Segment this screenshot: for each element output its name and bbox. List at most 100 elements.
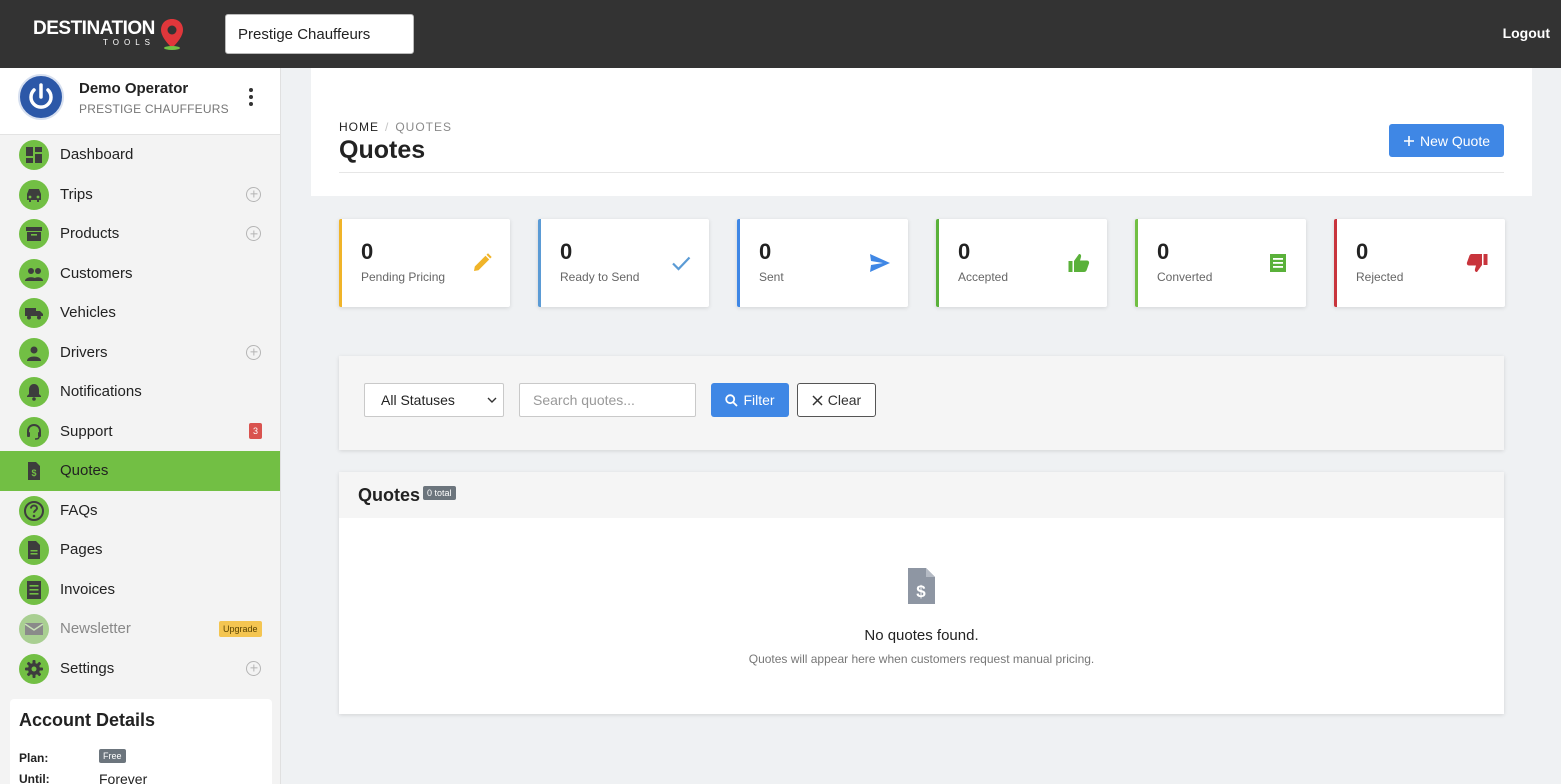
sidebar-item-dashboard[interactable]: Dashboard xyxy=(0,135,280,175)
upgrade-badge[interactable]: Upgrade xyxy=(219,621,262,637)
bell-icon xyxy=(19,377,49,407)
status-select-value: All Statuses xyxy=(381,392,455,408)
sidebar-item-products[interactable]: Products xyxy=(0,214,280,254)
invoice-dollar-icon: $ xyxy=(908,568,935,604)
pencil-icon xyxy=(474,253,492,271)
stat-label: Accepted xyxy=(958,270,1009,284)
brand-logo[interactable]: DESTINATION TOOLS xyxy=(33,18,193,52)
organization-selector[interactable] xyxy=(225,14,414,54)
filter-button-label: Filter xyxy=(743,392,775,408)
sidebar: Demo Operator PRESTIGE CHAUFFEURS Dashbo… xyxy=(0,68,281,784)
question-icon xyxy=(19,495,49,526)
headset-icon xyxy=(19,416,49,447)
quotes-list-title: Quotes xyxy=(358,485,421,505)
filter-button[interactable]: Filter xyxy=(711,383,789,417)
user-name: Demo Operator xyxy=(79,80,189,97)
stat-label: Pending Pricing xyxy=(361,270,446,284)
gear-icon xyxy=(19,653,49,684)
sidebar-item-notifications[interactable]: Notifications xyxy=(0,372,280,412)
sidebar-item-support[interactable]: Support 3 xyxy=(0,412,280,452)
add-driver-icon[interactable] xyxy=(246,344,261,360)
power-icon xyxy=(21,77,61,117)
new-quote-button[interactable]: New Quote xyxy=(1389,124,1504,157)
stat-card-converted[interactable]: 0 Converted xyxy=(1135,219,1306,307)
add-product-icon[interactable] xyxy=(246,226,261,241)
sidebar-item-label: Dashboard xyxy=(60,146,134,163)
car-icon xyxy=(19,179,49,210)
avatar[interactable] xyxy=(18,74,64,120)
thumbs-down-icon xyxy=(1466,254,1488,272)
status-select[interactable]: All Statuses xyxy=(364,383,504,417)
sidebar-item-drivers[interactable]: Drivers xyxy=(0,333,280,373)
breadcrumb-home[interactable]: HOME xyxy=(339,120,379,134)
stat-card-sent[interactable]: 0 Sent xyxy=(737,219,908,307)
stat-value: 0 xyxy=(958,239,971,264)
sidebar-item-vehicles[interactable]: Vehicles xyxy=(0,293,280,333)
stat-card-accepted[interactable]: 0 Accepted xyxy=(936,219,1107,307)
plus-icon xyxy=(1403,135,1414,146)
header-divider xyxy=(339,172,1504,173)
stat-value: 0 xyxy=(361,239,374,264)
add-trip-icon[interactable] xyxy=(246,186,261,202)
sidebar-item-quotes[interactable]: $ Quotes xyxy=(0,451,280,491)
thumbs-up-icon xyxy=(1068,254,1090,272)
sidebar-item-label: Quotes xyxy=(60,462,109,479)
sidebar-item-label: Pages xyxy=(60,541,103,558)
brand-name: DESTINATION xyxy=(33,18,155,39)
sidebar-item-label: Invoices xyxy=(60,580,116,598)
sidebar-item-label: Settings xyxy=(60,659,115,677)
until-value: Forever xyxy=(99,771,148,784)
sidebar-item-label: Products xyxy=(60,225,120,242)
stat-label: Ready to Send xyxy=(560,270,640,284)
sidebar-item-invoices[interactable]: Invoices xyxy=(0,570,280,610)
sidebar-item-label: Customers xyxy=(60,264,133,282)
quotes-list-header: Quotes 0 total xyxy=(339,472,1504,518)
plan-label: Plan: xyxy=(19,751,49,765)
sidebar-item-label: Trips xyxy=(60,185,93,203)
chevron-down-icon xyxy=(487,397,497,403)
sidebar-item-label: Vehicles xyxy=(60,304,116,321)
sidebar-item-label: Notifications xyxy=(60,383,142,400)
sidebar-item-customers[interactable]: Customers xyxy=(0,254,280,294)
add-setting-icon[interactable] xyxy=(246,660,261,676)
breadcrumb: HOME / QUOTES xyxy=(339,120,452,134)
document-icon xyxy=(19,535,49,565)
kebab-menu-icon[interactable] xyxy=(240,86,262,108)
dashboard-icon xyxy=(19,140,49,170)
sidebar-item-trips[interactable]: Trips xyxy=(0,175,280,215)
map-pin-icon xyxy=(161,19,183,50)
sidebar-item-faqs[interactable]: FAQs xyxy=(0,491,280,531)
search-icon xyxy=(725,393,739,407)
stat-label: Sent xyxy=(759,270,784,284)
svg-text:$: $ xyxy=(916,582,926,601)
stat-card-ready-to-send[interactable]: 0 Ready to Send xyxy=(538,219,709,307)
new-quote-label: New Quote xyxy=(1419,132,1491,149)
empty-state-title: No quotes found. xyxy=(864,627,979,644)
brand-sub: TOOLS xyxy=(103,38,155,47)
filter-bar: All Statuses Filter Clear xyxy=(339,356,1504,450)
stat-label: Rejected xyxy=(1356,270,1404,284)
stat-card-rejected[interactable]: 0 Rejected xyxy=(1334,219,1505,307)
invoice-dollar-icon: $ xyxy=(19,456,49,486)
sidebar-item-label: FAQs xyxy=(60,501,98,519)
archive-icon xyxy=(19,219,49,249)
sidebar-item-label: Support xyxy=(60,422,113,440)
sidebar-item-pages[interactable]: Pages xyxy=(0,530,280,570)
stat-card-pending-pricing[interactable]: 0 Pending Pricing xyxy=(339,219,510,307)
clear-button-label: Clear xyxy=(827,392,862,408)
sidebar-item-settings[interactable]: Settings xyxy=(0,649,280,689)
receipt-icon xyxy=(1270,254,1286,272)
person-icon xyxy=(19,337,49,368)
sidebar-item-label: Drivers xyxy=(60,343,108,361)
send-icon xyxy=(870,254,890,272)
top-bar: DESTINATION TOOLS Logout xyxy=(0,0,1561,68)
receipt-icon xyxy=(19,574,49,605)
close-icon xyxy=(812,394,823,406)
sidebar-item-newsletter[interactable]: Newsletter Upgrade xyxy=(0,609,280,649)
until-label: Until: xyxy=(19,772,50,784)
people-icon xyxy=(19,258,49,289)
sidebar-item-label: Newsletter xyxy=(60,620,131,637)
search-input[interactable] xyxy=(519,383,696,417)
logout-link[interactable]: Logout xyxy=(1503,25,1550,41)
clear-button[interactable]: Clear xyxy=(797,383,876,417)
